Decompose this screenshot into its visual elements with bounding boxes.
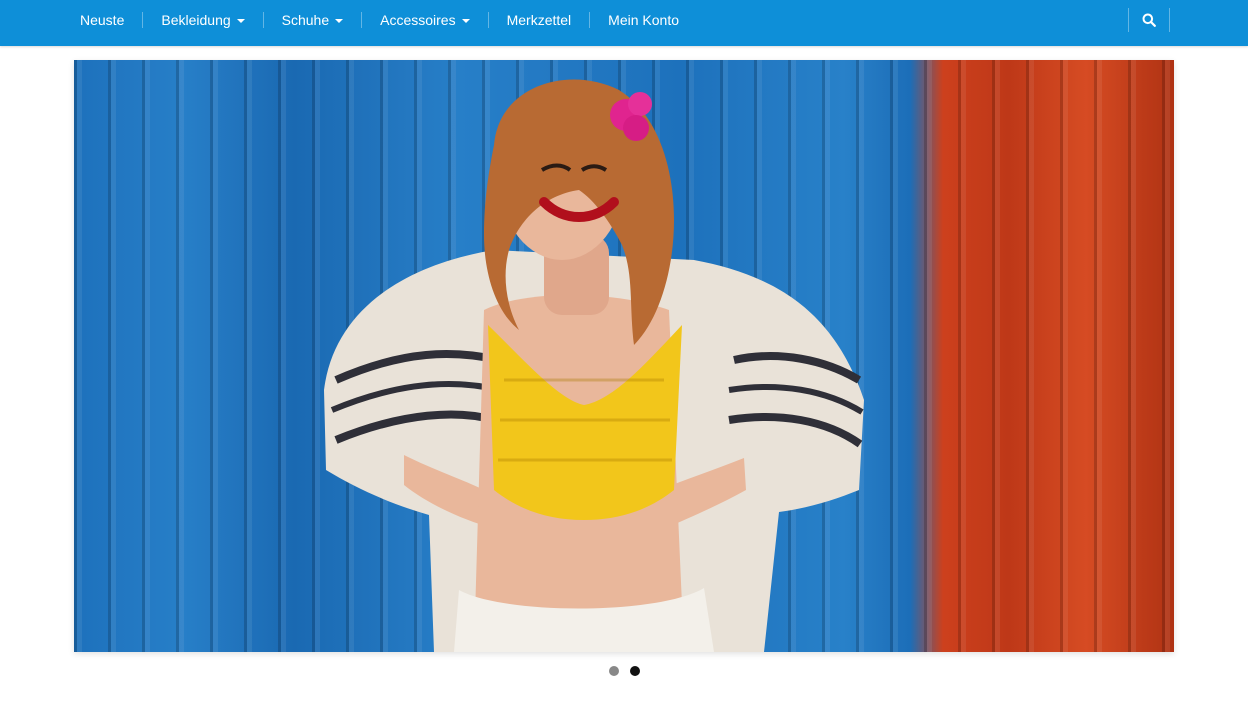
nav-item-mein-konto[interactable]: Mein Konto <box>590 0 697 40</box>
nav-item-label: Neuste <box>80 12 125 28</box>
nav-item-schuhe[interactable]: Schuhe <box>264 0 361 40</box>
nav-item-accessoires[interactable]: Accessoires <box>362 0 487 40</box>
nav-item-label: Mein Konto <box>608 12 679 28</box>
main-menu: Neuste Bekleidung Schuhe Accessoires Mer… <box>62 0 697 40</box>
nav-item-label: Bekleidung <box>161 12 231 28</box>
caret-down-icon <box>236 19 245 23</box>
nav-item-bekleidung[interactable]: Bekleidung <box>143 0 262 40</box>
hero-slider[interactable] <box>74 60 1174 652</box>
nav-item-merkzettel[interactable]: Merkzettel <box>489 0 590 40</box>
nav-item-neuste[interactable]: Neuste <box>62 0 142 40</box>
nav-item-label: Merkzettel <box>506 12 572 28</box>
hero-photo <box>74 60 1174 652</box>
slider-dot-1[interactable] <box>608 666 619 676</box>
slider-pagination <box>0 666 1248 676</box>
search-icon <box>1142 13 1156 27</box>
top-navigation-bar: Neuste Bekleidung Schuhe Accessoires Mer… <box>0 0 1248 46</box>
nav-item-label: Accessoires <box>380 12 456 28</box>
nav-item-label: Schuhe <box>281 12 330 28</box>
search-button[interactable] <box>1128 8 1170 32</box>
slider-dot-2[interactable] <box>629 666 640 676</box>
caret-down-icon <box>461 19 470 23</box>
caret-down-icon <box>335 19 344 23</box>
